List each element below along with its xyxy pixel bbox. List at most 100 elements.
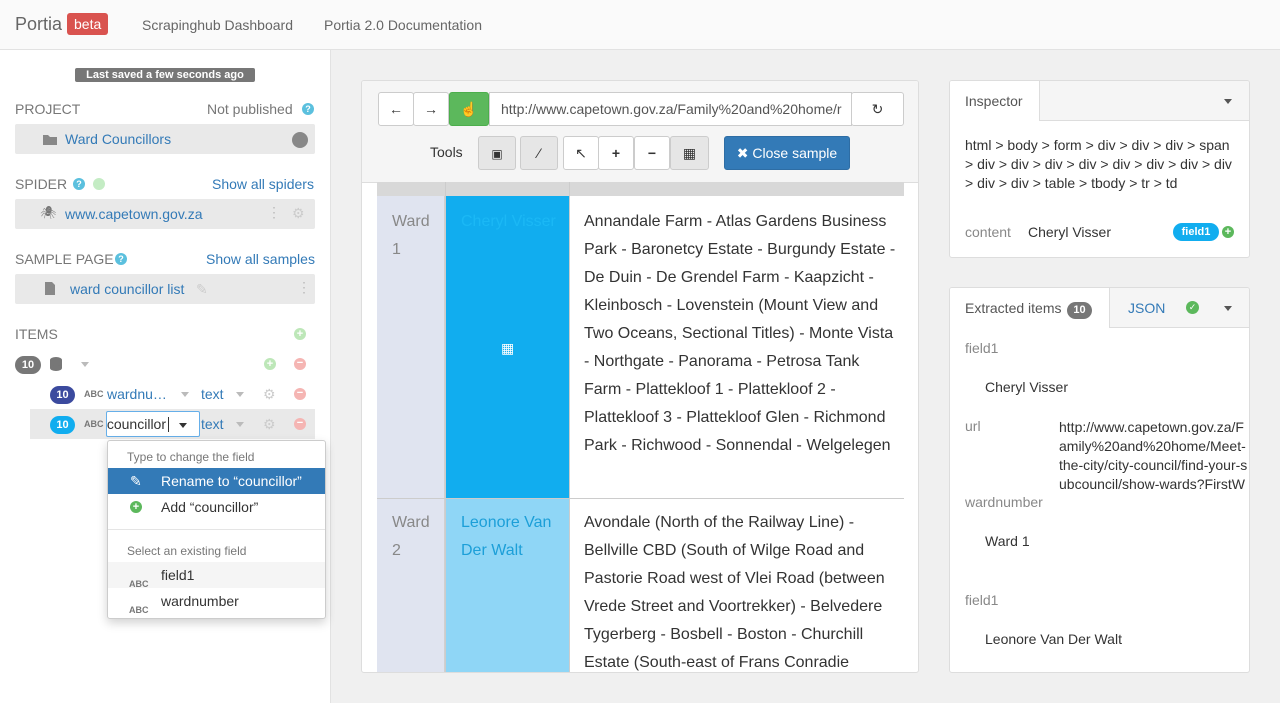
project-name[interactable]: Ward Councillors bbox=[65, 131, 171, 147]
dropdown-header: Type to change the field bbox=[127, 450, 255, 464]
forward-button[interactable]: → bbox=[413, 92, 449, 126]
arrow-right-icon: → bbox=[424, 101, 438, 117]
sample-row[interactable]: ward councillor list ✎ ⋮ bbox=[15, 274, 315, 304]
add-tool[interactable]: + bbox=[598, 136, 634, 170]
edit-pencil-icon[interactable]: ✎ bbox=[196, 281, 208, 298]
drag-handle-icon[interactable]: ⋮ bbox=[267, 204, 281, 221]
text-type-icon: ABC bbox=[129, 605, 149, 615]
spider-row[interactable]: 🕷 www.capetown.gov.za ⋮ ⚙ bbox=[15, 199, 315, 229]
grid-icon[interactable]: ▦ bbox=[501, 340, 514, 357]
show-all-spiders-link[interactable]: Show all spiders bbox=[212, 176, 314, 192]
close-icon: ✖ bbox=[736, 145, 749, 161]
play-icon[interactable] bbox=[93, 178, 105, 190]
grid-icon: ▦ bbox=[682, 145, 697, 161]
field-name-input[interactable]: councillor bbox=[106, 411, 200, 437]
field-dropdown: Type to change the field ✎ Rename to “co… bbox=[107, 440, 326, 619]
status-dot-icon bbox=[292, 132, 308, 148]
plus-icon: + bbox=[611, 145, 621, 161]
councillor-name: Leonore Van Der Walt bbox=[461, 514, 552, 559]
tab-json[interactable]: JSON bbox=[1128, 300, 1165, 316]
chevron-down-icon[interactable] bbox=[179, 423, 187, 428]
existing-field-option[interactable]: ABC wardnumber bbox=[108, 588, 325, 615]
extracted-url-value: http://www.capetown.gov.za/Family%20and%… bbox=[1059, 419, 1248, 492]
gear-icon[interactable]: ⚙ bbox=[292, 205, 305, 222]
folder-icon bbox=[43, 135, 57, 145]
file-icon bbox=[45, 282, 55, 295]
help-icon[interactable]: ? bbox=[302, 103, 314, 115]
grid-tool[interactable]: ▦ bbox=[670, 136, 709, 170]
nav-dashboard-link[interactable]: Scrapinghub Dashboard bbox=[142, 17, 293, 33]
chevron-down-icon[interactable] bbox=[236, 392, 244, 397]
tools-label: Tools bbox=[430, 144, 463, 160]
items-heading: ITEMS bbox=[15, 326, 58, 342]
close-sample-button[interactable]: ✖ Close sample bbox=[724, 136, 850, 170]
url-input[interactable]: http://www.capetown.gov.za/Family%20and%… bbox=[489, 92, 852, 126]
tab-extracted-items[interactable]: Extracted items 10 bbox=[950, 288, 1110, 328]
extracted-key: field1 bbox=[965, 592, 999, 608]
chevron-down-icon[interactable] bbox=[1224, 99, 1232, 104]
drag-handle-icon[interactable]: ⋮ bbox=[297, 279, 311, 296]
add-field-icon[interactable]: + bbox=[264, 358, 276, 370]
chevron-down-icon[interactable] bbox=[81, 362, 89, 367]
gear-icon[interactable]: ⚙ bbox=[263, 416, 276, 433]
magic-wand-icon: ⁄ bbox=[537, 145, 541, 161]
field-type[interactable]: text bbox=[201, 416, 224, 432]
code-file-icon: ▣ bbox=[491, 147, 503, 161]
remove-tool[interactable]: − bbox=[634, 136, 670, 170]
add-option[interactable]: + Add “councillor” bbox=[108, 494, 325, 520]
table-header-strip bbox=[377, 182, 904, 196]
brand-logo[interactable]: Portia bbox=[15, 14, 62, 35]
text-type-icon: ABC bbox=[84, 389, 104, 399]
inspector-panel: Inspector html > body > form > div > div… bbox=[949, 80, 1250, 258]
tab-inspector[interactable]: Inspector bbox=[950, 81, 1040, 121]
extracted-value: Ward 1 bbox=[985, 533, 1030, 549]
field-name-input-value: councillor bbox=[106, 416, 166, 432]
gear-icon[interactable]: ⚙ bbox=[263, 386, 276, 403]
pencil-icon: ✎ bbox=[130, 473, 142, 489]
css-selector-tool[interactable]: ▣ bbox=[478, 136, 516, 170]
spider-name[interactable]: www.capetown.gov.za bbox=[65, 206, 202, 222]
remove-field-icon[interactable]: − bbox=[294, 418, 306, 430]
ward-label: Ward 1 bbox=[392, 213, 430, 258]
remove-field-icon[interactable]: − bbox=[294, 388, 306, 400]
help-icon[interactable]: ? bbox=[115, 253, 127, 265]
minus-icon: − bbox=[647, 145, 657, 161]
divider bbox=[108, 529, 325, 530]
top-navbar: Portia beta Scrapinghub Dashboard Portia… bbox=[0, 0, 1280, 50]
publish-status: Not published bbox=[207, 101, 293, 117]
field-type[interactable]: text bbox=[201, 386, 224, 402]
project-heading: PROJECT bbox=[15, 101, 81, 117]
extracted-items-panel: Extracted items 10 JSON ✓ field1 Cheryl … bbox=[949, 287, 1250, 673]
chevron-down-icon[interactable] bbox=[1224, 306, 1232, 311]
interaction-mode-button[interactable]: ☝ bbox=[449, 92, 489, 126]
back-button[interactable]: ← bbox=[378, 92, 414, 126]
existing-field-option[interactable]: ABC field1 bbox=[108, 562, 325, 589]
help-icon[interactable]: ? bbox=[73, 178, 85, 190]
chevron-down-icon[interactable] bbox=[181, 392, 189, 397]
add-annotation-icon[interactable]: + bbox=[1222, 226, 1234, 238]
field-name[interactable]: wardnu… bbox=[107, 386, 167, 402]
extracted-key: field1 bbox=[965, 340, 999, 356]
reload-button[interactable]: ↻ bbox=[851, 92, 904, 126]
field-count-badge: 10 bbox=[50, 416, 75, 434]
project-row[interactable]: Ward Councillors bbox=[15, 124, 315, 154]
add-item-icon[interactable]: + bbox=[294, 328, 306, 340]
text-cursor bbox=[168, 417, 169, 432]
dom-path: html > body > form > div > div > div > s… bbox=[965, 137, 1232, 191]
extracted-key: wardnumber bbox=[965, 494, 1043, 510]
chevron-down-icon[interactable] bbox=[236, 422, 244, 427]
extracted-value: Leonore Van Der Walt bbox=[985, 631, 1122, 647]
field-count-badge: 10 bbox=[50, 386, 75, 404]
show-all-samples-link[interactable]: Show all samples bbox=[206, 251, 315, 267]
magic-wand-tool[interactable]: ⁄ bbox=[520, 136, 558, 170]
extracted-header: Extracted items 10 JSON ✓ bbox=[950, 288, 1249, 328]
nav-docs-link[interactable]: Portia 2.0 Documentation bbox=[324, 17, 482, 33]
rename-option[interactable]: ✎ Rename to “councillor” bbox=[108, 468, 325, 494]
remove-item-icon[interactable]: − bbox=[294, 358, 306, 370]
select-tool[interactable]: ↖ bbox=[563, 136, 599, 170]
sample-name[interactable]: ward councillor list bbox=[70, 281, 184, 297]
areas-text: Avondale (North of the Railway Line) - B… bbox=[584, 514, 885, 671]
councillor-name: Cheryl Visser bbox=[461, 213, 556, 230]
plus-circle-icon: + bbox=[130, 501, 142, 513]
pointer-hand-icon: ☝ bbox=[460, 101, 478, 117]
